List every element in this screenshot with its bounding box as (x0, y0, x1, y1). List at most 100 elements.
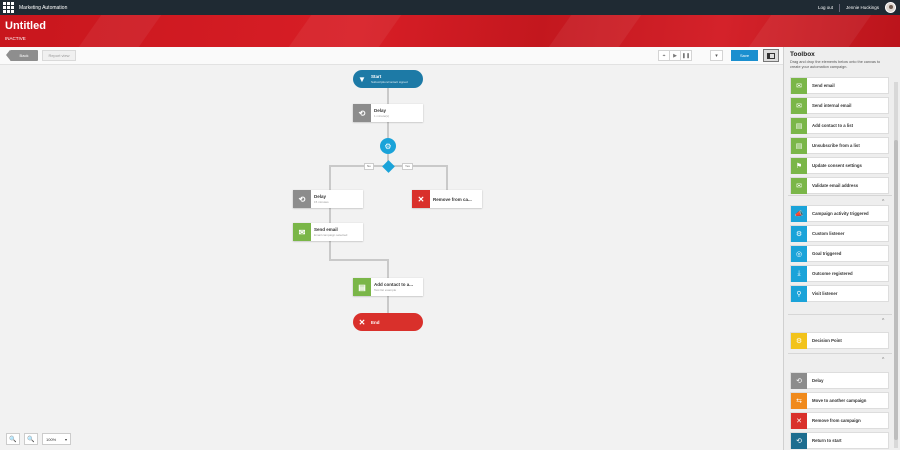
toolbox-item-flow[interactable]: ⟲ Return to start (790, 432, 889, 449)
toolbox-item-icon: ⤓ (791, 265, 807, 282)
toolbox-item-icon: ⚙ (791, 332, 807, 349)
send-email-node-subtitle: Email campaign selected (314, 233, 348, 237)
toolbox-item-actions[interactable]: ⚑ Update consent settings (790, 157, 889, 174)
header-decoration (748, 15, 872, 47)
toolbox-item-actions[interactable]: ✉ Send internal email (790, 97, 889, 114)
toolbox-item-triggers[interactable]: 📣 Campaign activity triggered (790, 205, 889, 222)
history-icon: ⟲ (353, 104, 371, 122)
pause-icon[interactable]: ❚❚ (680, 50, 692, 61)
toolbox-item-label: Goal triggered (812, 251, 842, 256)
end-node-title: End (371, 319, 380, 325)
toolbox-item-icon: ⚙ (791, 225, 807, 242)
add-contact-node[interactable]: ▤ Add contact to a... Test list example (353, 278, 423, 296)
delay-node[interactable]: ⟲ Delay 1 minute(s) (353, 104, 423, 122)
toolbox-item-decisions[interactable]: ⚙ Decision Point (790, 332, 889, 349)
toolbox-item-triggers[interactable]: ⤓ Outcome registered (790, 265, 889, 282)
send-email-node-title: Send email (314, 227, 338, 232)
toolbox-item-label: Decision Point (812, 338, 842, 343)
canvas-toolbar: Back Report view ⌖ ▶ ❚❚ ▾ Save (0, 47, 783, 65)
playback-controls: ⌖ ▶ ❚❚ (658, 50, 692, 61)
start-node-title: Start (371, 74, 382, 79)
toolbox-item-icon: ◎ (791, 245, 807, 262)
connector-email-add (329, 241, 389, 278)
toolbox-item-triggers[interactable]: ⚲ Visit listener (790, 285, 889, 302)
toolbox-title: Toolbox (790, 51, 815, 58)
toolbox-item-icon: ✕ (791, 412, 807, 429)
toolbox-item-actions[interactable]: ▤ Add contact to a list (790, 117, 889, 134)
toolbox-item-label: Unsubscribe from a list (812, 143, 860, 148)
list-icon: ▤ (353, 278, 371, 296)
remove-from-campaign-node[interactable]: ✕ Remove from ca... (412, 190, 482, 208)
page-title[interactable]: Untitled (5, 20, 46, 32)
workflow-canvas[interactable]: ▼ Start Subscription/contact signed ⟲ De… (0, 66, 783, 450)
back-button[interactable]: Back (6, 50, 38, 61)
start-node-subtitle: Subscription/contact signed (371, 80, 408, 84)
toolbox-item-label: Outcome registered (812, 271, 853, 276)
toolbox-item-label: Send email (812, 83, 835, 88)
toolbox-scrollbar[interactable] (894, 82, 898, 448)
user-name[interactable]: Jennie Huckings (846, 5, 879, 10)
toggle-toolbox-button[interactable] (763, 49, 779, 62)
chevron-down-icon: ▾ (64, 436, 67, 442)
save-button[interactable]: Save (731, 50, 758, 61)
start-node[interactable]: ▼ Start Subscription/contact signed (353, 70, 423, 88)
collapse-section-icon[interactable]: ^ (882, 357, 884, 363)
logout-link[interactable]: Log out (818, 5, 833, 10)
envelope-icon: ✉ (293, 223, 311, 241)
toolbox-panel: Toolbox Drag and drop the elements below… (783, 47, 900, 450)
delay-node-2-title: Delay (314, 194, 327, 199)
toolbox-item-icon: ⇆ (791, 392, 807, 409)
toolbox-item-label: Campaign activity triggered (812, 211, 869, 216)
campaign-header: Untitled INACTIVE (0, 15, 900, 47)
zoom-out-icon[interactable]: 🔍 (24, 433, 38, 445)
toolbox-item-label: Send internal email (812, 103, 852, 108)
toolbox-item-label: Validate email address (812, 183, 859, 188)
end-node[interactable]: ✕ End (353, 313, 423, 331)
toolbox-section-divider (788, 314, 892, 315)
add-contact-node-title: Add contact to a... (374, 282, 414, 287)
toolbox-item-label: Return to start (812, 438, 842, 443)
toolbox-item-actions[interactable]: ▤ Unsubscribe from a list (790, 137, 889, 154)
filter-icon: ▼ (358, 74, 366, 84)
toolbox-item-actions[interactable]: ✉ Validate email address (790, 177, 889, 194)
toolbox-item-icon: ⟲ (791, 372, 807, 389)
delay-node-subtitle: 1 minute(s) (374, 114, 390, 118)
zoom-in-icon[interactable]: 🔍 (6, 433, 20, 445)
toolbox-item-triggers[interactable]: ◎ Goal triggered (790, 245, 889, 262)
avatar[interactable] (885, 2, 896, 13)
toolbox-item-flow[interactable]: ⇆ Move to another campaign (790, 392, 889, 409)
custom-listener-node[interactable]: ⚙ (380, 138, 396, 154)
toolbox-item-flow[interactable]: ✕ Remove from campaign (790, 412, 889, 429)
more-options-dropdown[interactable]: ▾ (710, 50, 723, 61)
toolbox-item-icon: ⟲ (791, 432, 807, 449)
header-decoration (288, 15, 402, 47)
connector-branch-yes (392, 165, 448, 190)
toolbox-item-label: Delay (812, 378, 824, 383)
toolbox-item-icon: ✉ (791, 177, 807, 194)
scrollbar-thumb[interactable] (894, 140, 898, 440)
header-decoration (548, 15, 642, 47)
toolbox-description: Drag and drop the elements below onto th… (790, 60, 881, 69)
app-grid-icon[interactable] (3, 2, 14, 13)
collapse-section-icon[interactable]: ^ (882, 318, 884, 324)
toolbox-item-icon: ⚲ (791, 285, 807, 302)
toolbox-item-actions[interactable]: ✉ Send email (790, 77, 889, 94)
close-icon: ✕ (412, 190, 430, 208)
delay-node-2[interactable]: ⟲ Delay 15 minutes (293, 190, 363, 208)
connector-branch-no (329, 165, 384, 190)
toolbox-item-label: Remove from campaign (812, 418, 861, 423)
send-email-node[interactable]: ✉ Send email Email campaign selected (293, 223, 363, 241)
toolbox-section-divider (788, 195, 892, 196)
toolbox-item-label: Custom listener (812, 231, 845, 236)
report-view-button[interactable]: Report view (42, 50, 76, 61)
delay-node-2-subtitle: 15 minutes (314, 200, 329, 204)
branch-no-label: No (364, 163, 374, 170)
toolbox-item-icon: 📣 (791, 205, 807, 222)
toolbox-item-triggers[interactable]: ⚙ Custom listener (790, 225, 889, 242)
toolbox-item-icon: ▤ (791, 117, 807, 134)
zoom-level-select[interactable]: 100% ▾ (42, 433, 71, 445)
toolbox-item-flow[interactable]: ⟲ Delay (790, 372, 889, 389)
toolbox-item-label: Add contact to a list (812, 123, 854, 128)
zoom-controls: 🔍 🔍 100% ▾ (6, 433, 71, 445)
delay-node-title: Delay (374, 108, 387, 113)
